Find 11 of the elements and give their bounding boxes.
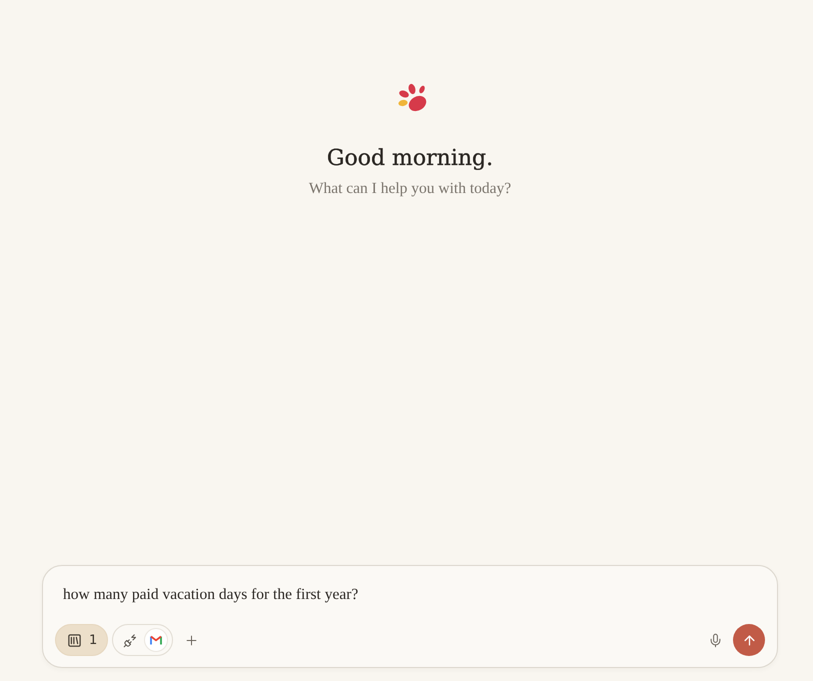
- logo-icon: [398, 83, 428, 114]
- mail-icon[interactable]: [144, 628, 168, 652]
- microphone-icon: [708, 632, 722, 648]
- project-button[interactable]: 1: [55, 624, 108, 656]
- plus-icon: [184, 632, 199, 648]
- greeting-subtitle: What can I help you with today?: [308, 179, 512, 199]
- library-icon: [67, 632, 82, 648]
- plug-icon[interactable]: [123, 632, 138, 648]
- message-field[interactable]: how many paid vacation days for the first year?: [63, 584, 757, 606]
- greeting-title: Good morning.: [326, 145, 494, 173]
- send-button[interactable]: [733, 624, 765, 656]
